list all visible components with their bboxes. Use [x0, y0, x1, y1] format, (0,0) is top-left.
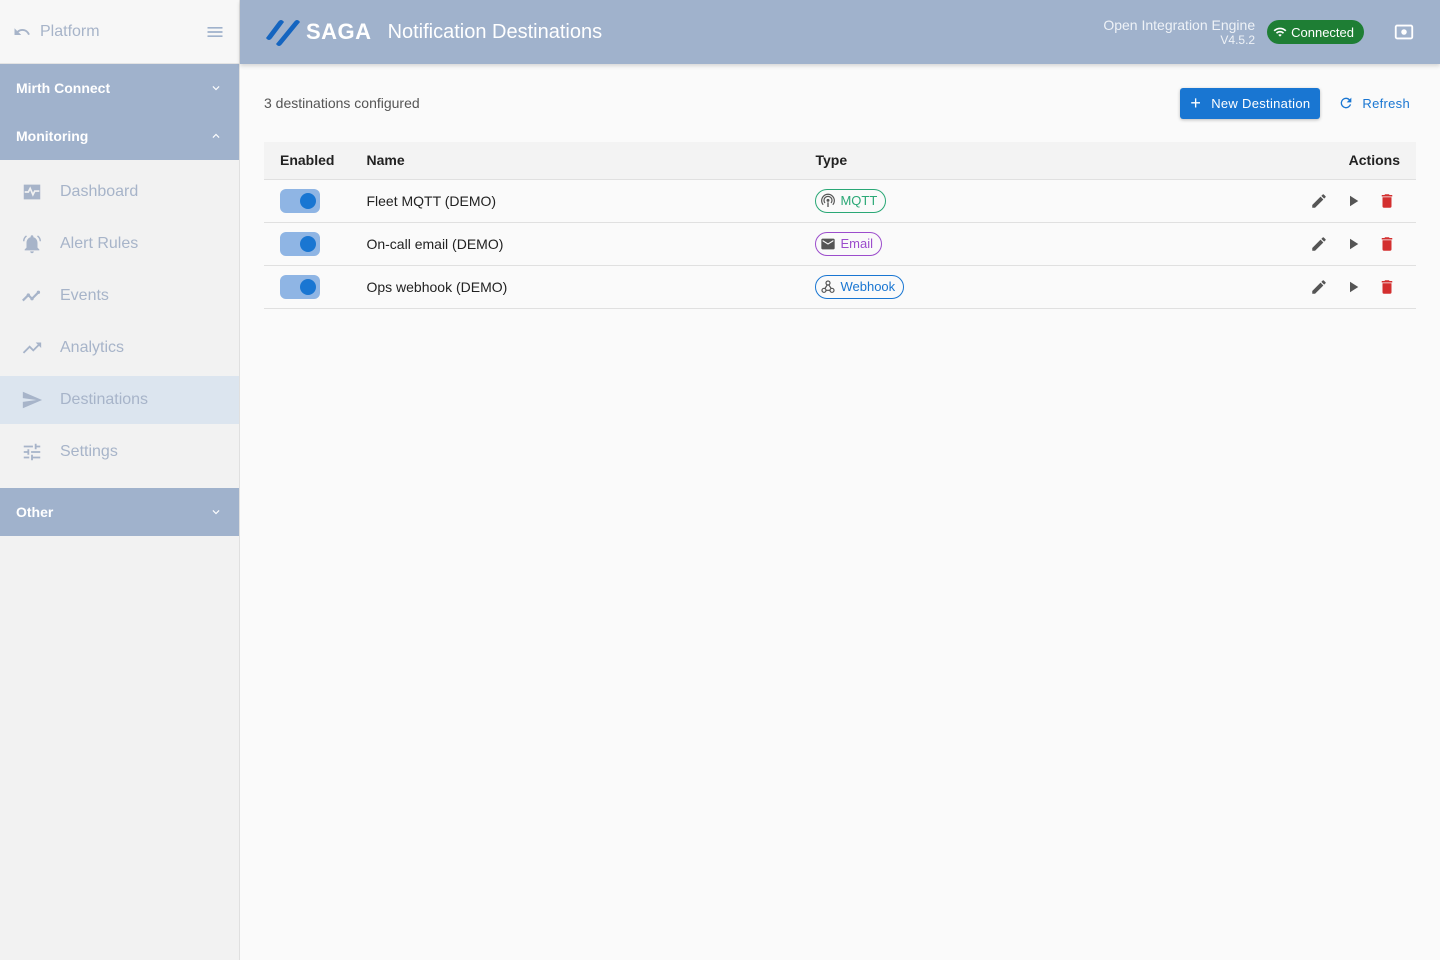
alarm-bell-icon	[20, 232, 44, 256]
enabled-toggle[interactable]	[280, 188, 320, 213]
sidebar-item-alert-rules[interactable]: Alert Rules	[0, 220, 239, 268]
sidebar-item-dashboard[interactable]: Dashboard	[0, 168, 239, 216]
type-chip-webhook: Webhook	[815, 274, 905, 299]
play-icon[interactable]	[1340, 188, 1366, 214]
table-header-row: Enabled Name Type Actions	[264, 142, 1416, 179]
play-icon[interactable]	[1340, 231, 1366, 257]
group-mirth-connect[interactable]: Mirth Connect	[0, 64, 239, 112]
screen-mode-icon[interactable]	[1392, 20, 1416, 44]
saga-logo-icon	[266, 20, 300, 46]
back-icon[interactable]	[12, 22, 32, 42]
new-destination-label: New Destination	[1211, 95, 1311, 111]
chevron-down-icon	[212, 86, 220, 91]
play-icon[interactable]	[1340, 274, 1366, 300]
new-destination-button[interactable]: + New Destination	[1180, 87, 1321, 119]
destination-name: Fleet MQTT (DEMO)	[366, 192, 497, 209]
column-header-name: Name	[366, 152, 405, 169]
sidebar-item-label: Events	[60, 287, 109, 304]
status-text: Connected	[1291, 24, 1354, 40]
group-monitoring[interactable]: Monitoring	[0, 112, 239, 160]
sidebar-item-label: Destinations	[60, 391, 149, 408]
group-other[interactable]: Other	[0, 488, 239, 536]
group-label: Mirth Connect	[16, 80, 111, 96]
toolbar: 3 destinations configured + New Destinat…	[264, 64, 1416, 142]
column-header-enabled: Enabled	[280, 152, 335, 169]
monitor-heart-icon	[20, 180, 44, 204]
edit-icon[interactable]	[1306, 231, 1332, 257]
tune-icon	[20, 440, 44, 464]
sidebar-item-label: Settings	[60, 443, 118, 460]
group-label: Monitoring	[16, 128, 89, 144]
enabled-toggle[interactable]	[280, 231, 320, 256]
edit-icon[interactable]	[1306, 188, 1332, 214]
engine-name: Open Integration Engine	[1103, 17, 1256, 33]
type-label: Webhook	[840, 279, 896, 294]
edit-icon[interactable]	[1306, 274, 1332, 300]
type-label: MQTT	[840, 193, 878, 208]
menu-icon[interactable]	[203, 20, 227, 44]
chevron-up-icon	[212, 133, 220, 138]
podcast-icon	[821, 193, 836, 207]
logo-text: SAGA	[306, 19, 372, 44]
connection-status-badge: Connected	[1267, 20, 1364, 44]
destination-name: On-call email (DEMO)	[366, 235, 504, 252]
column-header-actions: Actions	[1348, 152, 1400, 169]
sidebar-item-events[interactable]: Events	[0, 272, 239, 320]
engine-info: Open Integration Engine V4.5.2	[1103, 17, 1255, 47]
page-title: Notification Destinations	[387, 20, 603, 43]
sidebar-item-label: Dashboard	[60, 183, 139, 200]
sidebar-item-label: Alert Rules	[60, 235, 139, 252]
delete-icon[interactable]	[1374, 231, 1400, 257]
delete-icon[interactable]	[1374, 274, 1400, 300]
mail-icon	[821, 238, 836, 249]
sidebar: Platform Mirth Connect Monitoring Dashbo…	[0, 0, 240, 960]
toggle-knob	[300, 278, 316, 295]
sidebar-item-label: Analytics	[60, 339, 125, 356]
delete-icon[interactable]	[1374, 188, 1400, 214]
plus-icon: +	[1190, 93, 1202, 113]
type-label: Email	[840, 236, 873, 251]
table-row: Ops webhook (DEMO) Webhook	[264, 265, 1416, 308]
refresh-label: Refresh	[1362, 95, 1410, 111]
saga-logo: SAGA	[264, 16, 372, 48]
main-content: 3 destinations configured + New Destinat…	[264, 64, 1416, 309]
table-row: Fleet MQTT (DEMO) MQTT	[264, 179, 1416, 222]
send-icon	[20, 388, 44, 412]
refresh-icon	[1341, 97, 1352, 109]
chevron-down-icon	[212, 510, 220, 515]
table-row: On-call email (DEMO) Email	[264, 222, 1416, 265]
destinations-table: Enabled Name Type Actions Fleet MQTT (DE…	[264, 142, 1416, 309]
sidebar-item-analytics[interactable]: Analytics	[0, 324, 239, 372]
destination-name: Ops webhook (DEMO)	[366, 278, 508, 295]
destinations-count: 3 destinations configured	[264, 95, 420, 111]
trending-up-icon	[20, 336, 44, 360]
type-chip-email: Email	[815, 231, 882, 256]
sidebar-item-destinations[interactable]: Destinations	[0, 376, 239, 424]
monitoring-nav: Dashboard Alert Rules Events Analytics D…	[0, 160, 239, 488]
engine-version: V4.5.2	[1220, 33, 1256, 47]
toggle-knob	[300, 235, 316, 252]
sidebar-top: Platform	[0, 0, 239, 64]
enabled-toggle[interactable]	[280, 274, 320, 299]
platform-link[interactable]: Platform	[40, 23, 203, 41]
toggle-knob	[300, 192, 316, 209]
group-label: Other	[16, 504, 54, 520]
wifi-icon	[1273, 27, 1287, 37]
refresh-button[interactable]: Refresh	[1332, 88, 1416, 119]
type-chip-mqtt: MQTT	[815, 188, 887, 213]
sidebar-item-settings[interactable]: Settings	[0, 428, 239, 476]
top-app-bar: SAGA Notification Destinations Open Inte…	[240, 0, 1440, 64]
timeline-icon	[20, 284, 44, 308]
webhook-icon	[821, 279, 836, 293]
column-header-type: Type	[815, 152, 848, 169]
